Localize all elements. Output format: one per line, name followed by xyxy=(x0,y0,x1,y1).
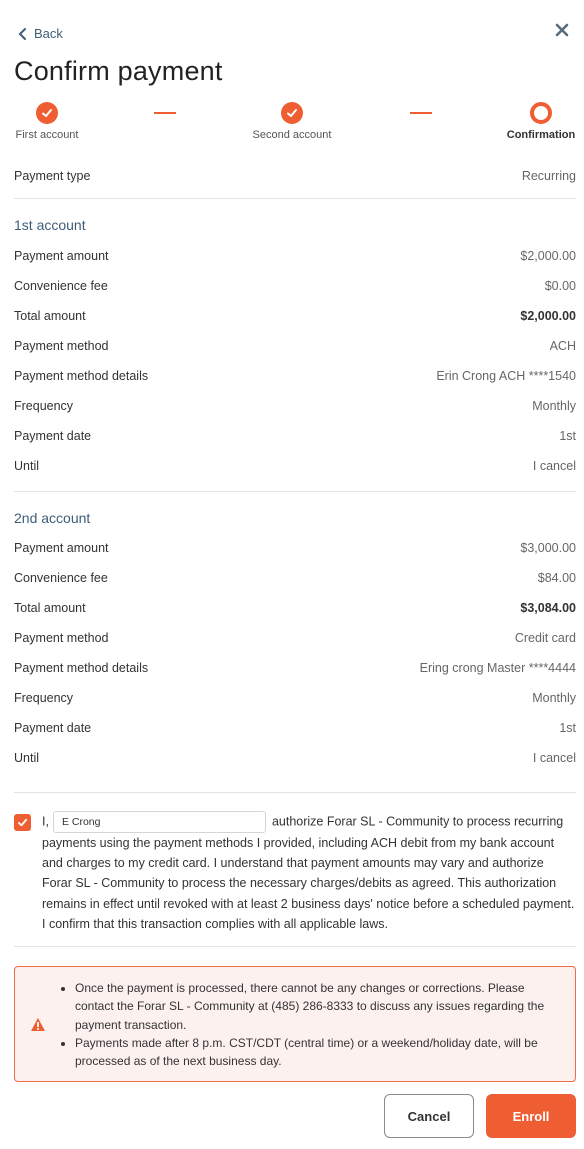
row-value: 1st xyxy=(559,429,576,443)
row-label: Payment method details xyxy=(14,661,149,675)
divider xyxy=(14,946,576,947)
row-label: Until xyxy=(14,459,40,473)
authorizer-name-input[interactable] xyxy=(52,811,266,833)
divider xyxy=(14,491,576,492)
row-value: $2,000.00 xyxy=(520,249,576,263)
row-value: $84.00 xyxy=(537,571,576,585)
divider xyxy=(14,792,576,793)
detail-row: Payment amount $2,000.00 xyxy=(14,246,576,266)
progress-stepper: First account Second account Confirmatio… xyxy=(14,102,576,146)
detail-row: Payment amount $3,000.00 xyxy=(14,538,576,558)
step-second-account: Second account xyxy=(252,102,332,141)
alert-item: Payments made after 8 p.m. CST/CDT (cent… xyxy=(75,1034,561,1071)
check-icon xyxy=(36,102,58,124)
divider xyxy=(14,198,576,199)
consent-prefix: I, xyxy=(42,814,49,829)
current-step-icon xyxy=(530,102,552,124)
chevron-left-icon xyxy=(18,27,26,40)
step-label: Confirmation xyxy=(506,129,576,141)
detail-row: Until I cancel xyxy=(14,456,576,476)
step-connector xyxy=(410,112,432,114)
section-title-1st-account: 1st account xyxy=(14,217,86,233)
row-label: Total amount xyxy=(14,309,86,323)
consent-checkbox[interactable] xyxy=(14,814,31,831)
row-value: $2,000.00 xyxy=(520,309,576,323)
detail-row: Convenience fee $84.00 xyxy=(14,568,576,588)
step-label: Second account xyxy=(252,129,332,141)
payment-notice-alert: Once the payment is processed, there can… xyxy=(14,966,576,1082)
row-value: Credit card xyxy=(514,631,576,645)
row-label: Payment amount xyxy=(14,249,109,263)
row-value: I cancel xyxy=(532,751,576,765)
detail-row: Payment method details Ering crong Master… xyxy=(14,658,576,678)
back-label: Back xyxy=(34,26,63,41)
row-label: Frequency xyxy=(14,691,74,705)
row-value: ACH xyxy=(549,339,576,353)
detail-row: Until I cancel xyxy=(14,748,576,768)
detail-row: Convenience fee $0.00 xyxy=(14,276,576,296)
row-value: Ering crong Master ****4444 xyxy=(419,661,576,675)
check-icon xyxy=(17,818,28,827)
step-connector xyxy=(154,112,176,114)
row-value: Monthly xyxy=(532,691,576,705)
row-value: Monthly xyxy=(532,399,576,413)
row-label: Payment date xyxy=(14,429,92,443)
detail-row: Payment date 1st xyxy=(14,426,576,446)
row-label: Payment method details xyxy=(14,369,149,383)
enroll-button[interactable]: Enroll xyxy=(486,1094,576,1138)
detail-row: Payment method Credit card xyxy=(14,628,576,648)
row-value: $0.00 xyxy=(544,279,576,293)
row-value: $3,084.00 xyxy=(520,601,576,615)
alert-item: Once the payment is processed, there can… xyxy=(75,979,561,1034)
warning-icon xyxy=(31,1018,45,1031)
detail-row: Total amount $3,084.00 xyxy=(14,598,576,618)
row-value: I cancel xyxy=(532,459,576,473)
page-title: Confirm payment xyxy=(14,56,223,86)
row-label: Payment method xyxy=(14,339,109,353)
row-label: Payment type xyxy=(14,169,91,183)
detail-row: Total amount $2,000.00 xyxy=(14,306,576,326)
row-value: $3,000.00 xyxy=(520,541,576,555)
detail-row: Payment method details Erin Crong ACH ***… xyxy=(14,366,576,386)
close-icon[interactable] xyxy=(554,22,570,38)
cancel-button[interactable]: Cancel xyxy=(384,1094,474,1138)
row-value: Recurring xyxy=(521,169,576,183)
row-label: Frequency xyxy=(14,399,74,413)
detail-row: Frequency Monthly xyxy=(14,688,576,708)
section-title-2nd-account: 2nd account xyxy=(14,510,91,526)
detail-row: Payment date 1st xyxy=(14,718,576,738)
row-value: Erin Crong ACH ****1540 xyxy=(436,369,576,383)
top-bar: Back xyxy=(14,20,576,48)
consent-text-block: I,authorize Forar SL - Community to proc… xyxy=(42,811,576,934)
payment-type-row: Payment type Recurring xyxy=(14,166,576,186)
row-label: Convenience fee xyxy=(14,279,108,293)
step-first-account: First account xyxy=(14,102,80,141)
row-label: Until xyxy=(14,751,40,765)
row-label: Total amount xyxy=(14,601,86,615)
step-label: First account xyxy=(15,129,79,141)
row-label: Payment amount xyxy=(14,541,109,555)
row-label: Payment method xyxy=(14,631,109,645)
detail-row: Payment method ACH xyxy=(14,336,576,356)
check-icon xyxy=(281,102,303,124)
back-link[interactable]: Back xyxy=(18,26,63,41)
row-value: 1st xyxy=(559,721,576,735)
row-label: Convenience fee xyxy=(14,571,108,585)
detail-row: Frequency Monthly xyxy=(14,396,576,416)
step-confirmation: Confirmation xyxy=(506,102,576,141)
row-label: Payment date xyxy=(14,721,92,735)
